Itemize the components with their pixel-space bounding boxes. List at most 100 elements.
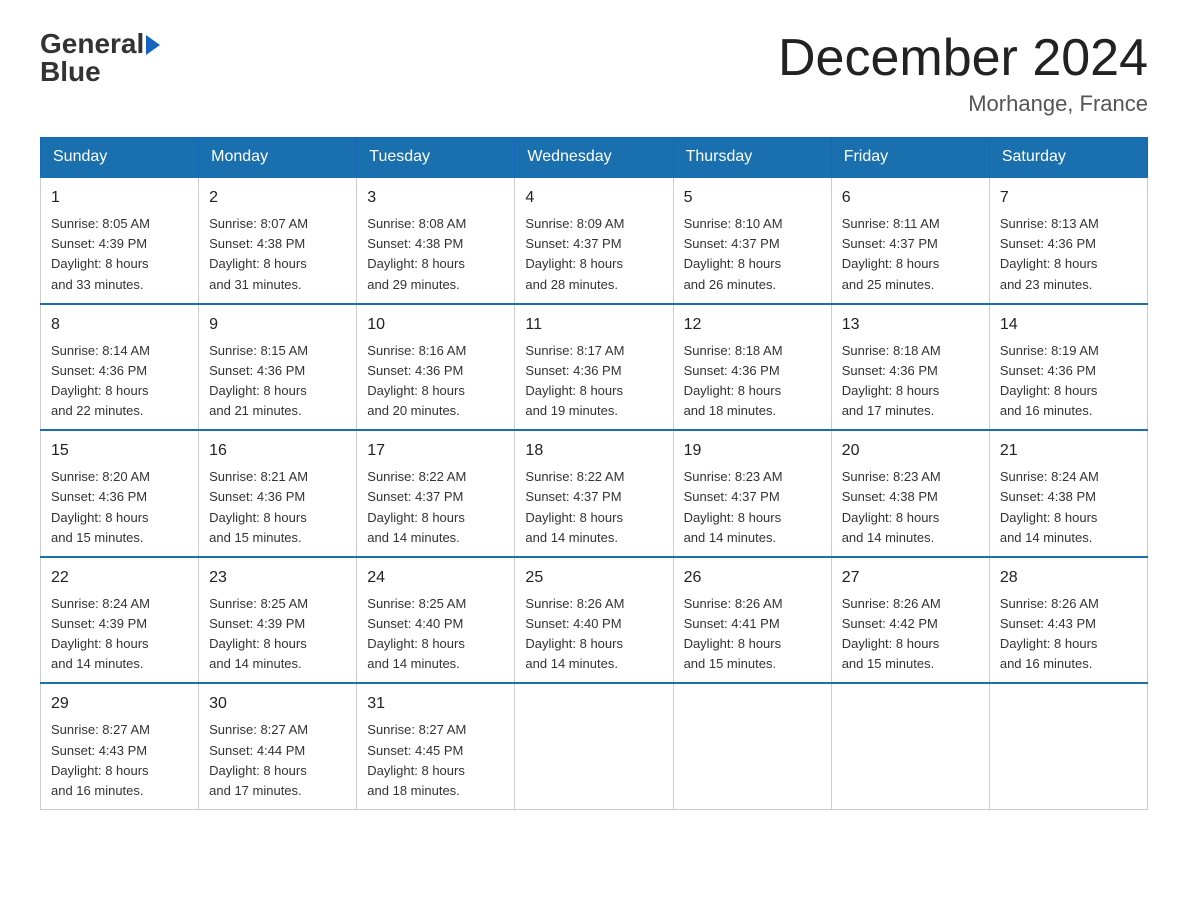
day-number: 11 [525, 313, 662, 337]
day-number: 22 [51, 566, 188, 590]
logo-text-blue: Blue [40, 58, 101, 86]
day-number: 3 [367, 186, 504, 210]
week-row-4: 22 Sunrise: 8:24 AM Sunset: 4:39 PM Dayli… [41, 557, 1148, 684]
calendar-cell [515, 683, 673, 809]
calendar-cell: 29 Sunrise: 8:27 AM Sunset: 4:43 PM Dayli… [41, 683, 199, 809]
calendar-cell: 28 Sunrise: 8:26 AM Sunset: 4:43 PM Dayli… [989, 557, 1147, 684]
calendar-cell: 16 Sunrise: 8:21 AM Sunset: 4:36 PM Dayli… [199, 430, 357, 557]
day-info: Sunrise: 8:09 AM Sunset: 4:37 PM Dayligh… [525, 214, 662, 295]
calendar-cell: 26 Sunrise: 8:26 AM Sunset: 4:41 PM Dayli… [673, 557, 831, 684]
calendar-cell: 3 Sunrise: 8:08 AM Sunset: 4:38 PM Daylig… [357, 177, 515, 304]
day-info: Sunrise: 8:24 AM Sunset: 4:39 PM Dayligh… [51, 594, 188, 675]
day-info: Sunrise: 8:26 AM Sunset: 4:40 PM Dayligh… [525, 594, 662, 675]
day-info: Sunrise: 8:08 AM Sunset: 4:38 PM Dayligh… [367, 214, 504, 295]
day-info: Sunrise: 8:26 AM Sunset: 4:42 PM Dayligh… [842, 594, 979, 675]
page-subtitle: Morhange, France [778, 91, 1148, 117]
day-number: 20 [842, 439, 979, 463]
day-number: 26 [684, 566, 821, 590]
page-header: General Blue December 2024 Morhange, Fra… [40, 30, 1148, 117]
day-number: 9 [209, 313, 346, 337]
calendar-cell [673, 683, 831, 809]
header-thursday: Thursday [673, 138, 831, 178]
day-info: Sunrise: 8:13 AM Sunset: 4:36 PM Dayligh… [1000, 214, 1137, 295]
title-block: December 2024 Morhange, France [778, 30, 1148, 117]
calendar-cell: 22 Sunrise: 8:24 AM Sunset: 4:39 PM Dayli… [41, 557, 199, 684]
calendar-table: SundayMondayTuesdayWednesdayThursdayFrid… [40, 137, 1148, 810]
calendar-cell: 21 Sunrise: 8:24 AM Sunset: 4:38 PM Dayli… [989, 430, 1147, 557]
calendar-cell: 25Sunrise: 8:26 AM Sunset: 4:40 PM Dayli… [515, 557, 673, 684]
calendar-cell: 30 Sunrise: 8:27 AM Sunset: 4:44 PM Dayli… [199, 683, 357, 809]
day-number: 7 [1000, 186, 1137, 210]
day-number: 15 [51, 439, 188, 463]
day-info: Sunrise: 8:18 AM Sunset: 4:36 PM Dayligh… [842, 341, 979, 422]
day-info: Sunrise: 8:11 AM Sunset: 4:37 PM Dayligh… [842, 214, 979, 295]
calendar-cell: 18Sunrise: 8:22 AM Sunset: 4:37 PM Dayli… [515, 430, 673, 557]
day-number: 1 [51, 186, 188, 210]
calendar-cell: 1 Sunrise: 8:05 AM Sunset: 4:39 PM Daylig… [41, 177, 199, 304]
calendar-cell: 9 Sunrise: 8:15 AM Sunset: 4:36 PM Daylig… [199, 304, 357, 431]
calendar-cell: 17Sunrise: 8:22 AM Sunset: 4:37 PM Dayli… [357, 430, 515, 557]
header-tuesday: Tuesday [357, 138, 515, 178]
day-info: Sunrise: 8:27 AM Sunset: 4:43 PM Dayligh… [51, 720, 188, 801]
day-info: Sunrise: 8:21 AM Sunset: 4:36 PM Dayligh… [209, 467, 346, 548]
calendar-cell [831, 683, 989, 809]
day-number: 16 [209, 439, 346, 463]
day-info: Sunrise: 8:14 AM Sunset: 4:36 PM Dayligh… [51, 341, 188, 422]
calendar-cell: 14 Sunrise: 8:19 AM Sunset: 4:36 PM Dayli… [989, 304, 1147, 431]
day-number: 13 [842, 313, 979, 337]
header-monday: Monday [199, 138, 357, 178]
calendar-cell: 4 Sunrise: 8:09 AM Sunset: 4:37 PM Daylig… [515, 177, 673, 304]
page-title: December 2024 [778, 30, 1148, 87]
day-info: Sunrise: 8:15 AM Sunset: 4:36 PM Dayligh… [209, 341, 346, 422]
calendar-cell: 7 Sunrise: 8:13 AM Sunset: 4:36 PM Daylig… [989, 177, 1147, 304]
week-row-3: 15 Sunrise: 8:20 AM Sunset: 4:36 PM Dayli… [41, 430, 1148, 557]
calendar-cell: 8Sunrise: 8:14 AM Sunset: 4:36 PM Daylig… [41, 304, 199, 431]
day-number: 28 [1000, 566, 1137, 590]
week-row-2: 8Sunrise: 8:14 AM Sunset: 4:36 PM Daylig… [41, 304, 1148, 431]
day-number: 2 [209, 186, 346, 210]
day-number: 14 [1000, 313, 1137, 337]
day-info: Sunrise: 8:27 AM Sunset: 4:44 PM Dayligh… [209, 720, 346, 801]
day-number: 21 [1000, 439, 1137, 463]
week-row-5: 29 Sunrise: 8:27 AM Sunset: 4:43 PM Dayli… [41, 683, 1148, 809]
day-number: 17 [367, 439, 504, 463]
day-number: 12 [684, 313, 821, 337]
day-info: Sunrise: 8:05 AM Sunset: 4:39 PM Dayligh… [51, 214, 188, 295]
day-info: Sunrise: 8:26 AM Sunset: 4:41 PM Dayligh… [684, 594, 821, 675]
header-row: SundayMondayTuesdayWednesdayThursdayFrid… [41, 138, 1148, 178]
day-number: 19 [684, 439, 821, 463]
day-number: 10 [367, 313, 504, 337]
calendar-cell: 23 Sunrise: 8:25 AM Sunset: 4:39 PM Dayli… [199, 557, 357, 684]
day-info: Sunrise: 8:25 AM Sunset: 4:39 PM Dayligh… [209, 594, 346, 675]
calendar-cell: 10 Sunrise: 8:16 AM Sunset: 4:36 PM Dayli… [357, 304, 515, 431]
day-number: 31 [367, 692, 504, 716]
day-number: 23 [209, 566, 346, 590]
day-info: Sunrise: 8:16 AM Sunset: 4:36 PM Dayligh… [367, 341, 504, 422]
calendar-cell: 15 Sunrise: 8:20 AM Sunset: 4:36 PM Dayli… [41, 430, 199, 557]
day-info: Sunrise: 8:26 AM Sunset: 4:43 PM Dayligh… [1000, 594, 1137, 675]
calendar-cell: 31 Sunrise: 8:27 AM Sunset: 4:45 PM Dayli… [357, 683, 515, 809]
calendar-body: 1 Sunrise: 8:05 AM Sunset: 4:39 PM Daylig… [41, 177, 1148, 809]
day-number: 5 [684, 186, 821, 210]
logo-arrow-icon [146, 35, 160, 55]
day-info: Sunrise: 8:07 AM Sunset: 4:38 PM Dayligh… [209, 214, 346, 295]
calendar-cell: 13 Sunrise: 8:18 AM Sunset: 4:36 PM Dayli… [831, 304, 989, 431]
calendar-cell: 2 Sunrise: 8:07 AM Sunset: 4:38 PM Daylig… [199, 177, 357, 304]
day-number: 18 [525, 439, 662, 463]
day-info: Sunrise: 8:23 AM Sunset: 4:37 PM Dayligh… [684, 467, 821, 548]
day-info: Sunrise: 8:20 AM Sunset: 4:36 PM Dayligh… [51, 467, 188, 548]
day-info: Sunrise: 8:27 AM Sunset: 4:45 PM Dayligh… [367, 720, 504, 801]
day-info: Sunrise: 8:24 AM Sunset: 4:38 PM Dayligh… [1000, 467, 1137, 548]
calendar-cell: 24Sunrise: 8:25 AM Sunset: 4:40 PM Dayli… [357, 557, 515, 684]
day-number: 4 [525, 186, 662, 210]
calendar-cell: 12Sunrise: 8:18 AM Sunset: 4:36 PM Dayli… [673, 304, 831, 431]
day-info: Sunrise: 8:19 AM Sunset: 4:36 PM Dayligh… [1000, 341, 1137, 422]
header-saturday: Saturday [989, 138, 1147, 178]
header-friday: Friday [831, 138, 989, 178]
calendar-cell: 20Sunrise: 8:23 AM Sunset: 4:38 PM Dayli… [831, 430, 989, 557]
day-number: 29 [51, 692, 188, 716]
day-number: 30 [209, 692, 346, 716]
header-sunday: Sunday [41, 138, 199, 178]
calendar-cell: 5Sunrise: 8:10 AM Sunset: 4:37 PM Daylig… [673, 177, 831, 304]
day-info: Sunrise: 8:17 AM Sunset: 4:36 PM Dayligh… [525, 341, 662, 422]
